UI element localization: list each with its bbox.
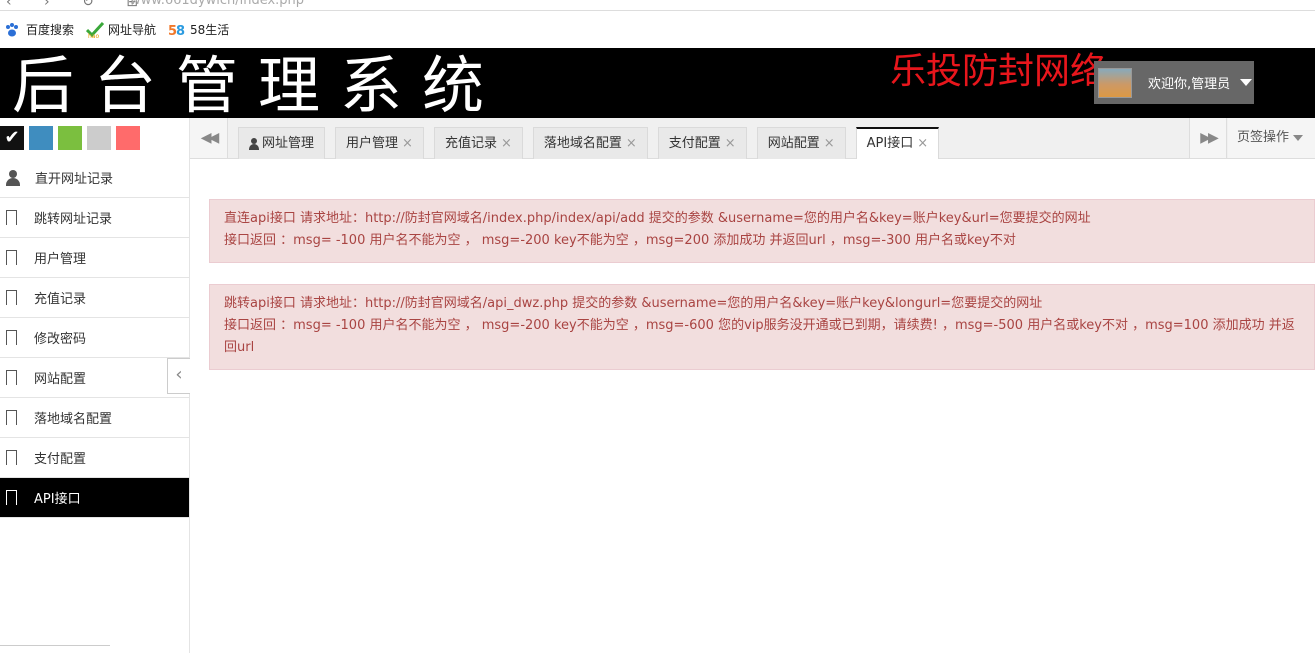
tab-label: 落地域名配置	[543, 135, 622, 151]
caret-down-icon	[1240, 79, 1253, 86]
app-header: 后台管理系统 乐投防封网络 欢迎你,管理员	[0, 48, 1315, 122]
theme-swatch-red[interactable]	[116, 126, 140, 150]
divider	[0, 645, 110, 646]
api-request-line: 直连api接口 请求地址：http://防封官网域名/index.php/ind…	[224, 211, 1091, 226]
tabs-scroll-left-button[interactable]: ◀◀	[190, 118, 228, 158]
chevron-left-icon: ‹	[175, 364, 183, 385]
sidebar-item-site-config[interactable]: 网站配置	[0, 358, 189, 398]
welcome-text: 欢迎你,管理员	[1148, 77, 1231, 92]
bookmark-icon	[6, 450, 17, 466]
bookmark-icon	[6, 370, 17, 386]
58-icon: 58	[168, 22, 185, 39]
api-response-line: 接口返回 ：msg= -100 用户名不能为空 ， msg=-200 key不能…	[224, 233, 1016, 248]
sidebar-item-label: API接口	[34, 492, 81, 507]
tab-bar: ◀◀ 网址管理 用户管理 × 充值记录 × 落地域名配置 × 支付配置 × 网站…	[190, 118, 1315, 159]
tab-label: 支付配置	[668, 135, 721, 151]
bookmark-icon	[6, 210, 17, 226]
tab-list: 网址管理 用户管理 × 充值记录 × 落地域名配置 × 支付配置 × 网站配置 …	[238, 127, 949, 159]
api-request-line: 跳转api接口 请求地址：http://防封官网域名/api_dwz.php 提…	[224, 296, 1043, 311]
close-icon[interactable]: ×	[725, 129, 736, 159]
bookmark-label: 网址导航	[108, 23, 157, 37]
hao-icon: hao	[85, 21, 105, 40]
bookmark-label: 58生活	[190, 23, 230, 37]
tab-landing-domain-config[interactable]: 落地域名配置 ×	[532, 127, 648, 159]
bookmark-icon	[6, 410, 17, 426]
tab-label: 网址管理	[262, 135, 315, 151]
main-content: 直连api接口 请求地址：http://防封官网域名/index.php/ind…	[209, 199, 1315, 391]
caret-down-icon	[1293, 134, 1304, 141]
theme-swatch-gray[interactable]	[87, 126, 111, 150]
bookmark-baidu[interactable]: 百度搜索	[4, 21, 74, 38]
bookmark-hao[interactable]: hao 网址导航	[85, 21, 157, 40]
browser-address-bar[interactable]: ‹ › ↻ ⊞ www.661dywich/index.php	[0, 0, 1315, 11]
theme-swatch-blue[interactable]	[29, 126, 53, 150]
tab-label: 用户管理	[346, 135, 399, 151]
baidu-paw-icon	[4, 22, 20, 38]
check-icon: ✔	[4, 127, 20, 148]
api-info-direct: 直连api接口 请求地址：http://防封官网域名/index.php/ind…	[209, 199, 1315, 263]
tab-api[interactable]: API接口 ×	[855, 127, 940, 159]
sidebar-item-recharge-records[interactable]: 充值记录	[0, 278, 189, 318]
tab-operations-label: 页签操作	[1237, 130, 1290, 145]
bookmarks-bar: 百度搜索 hao 网址导航 58 58生活	[0, 11, 1315, 48]
api-info-redirect: 跳转api接口 请求地址：http://防封官网域名/api_dwz.php 提…	[209, 284, 1315, 370]
theme-swatch-green[interactable]	[58, 126, 82, 150]
bookmark-icon	[6, 290, 17, 306]
sidebar-item-label: 网站配置	[34, 372, 87, 387]
bookmark-icon	[6, 330, 17, 346]
tab-user-management[interactable]: 用户管理 ×	[335, 127, 424, 159]
avatar	[1098, 67, 1132, 98]
sidebar-collapse-button[interactable]: ‹	[167, 358, 190, 394]
sidebar-item-label: 用户管理	[34, 252, 87, 267]
close-icon[interactable]: ×	[824, 129, 835, 159]
sidebar-item-change-password[interactable]: 修改密码	[0, 318, 189, 358]
sidebar-item-redirect-url-records[interactable]: 跳转网址记录	[0, 198, 189, 238]
tab-label: 充值记录	[444, 135, 497, 151]
tab-operations-dropdown[interactable]: 页签操作	[1228, 118, 1315, 158]
theme-swatches: ✔	[0, 118, 189, 158]
theme-swatch-black[interactable]: ✔	[0, 126, 24, 150]
close-icon[interactable]: ×	[402, 129, 413, 159]
tab-recharge-records[interactable]: 充值记录 ×	[433, 127, 523, 159]
tab-payment-config[interactable]: 支付配置 ×	[657, 127, 747, 159]
brand-name: 乐投防封网络	[890, 51, 1107, 92]
sidebar-item-user-management[interactable]: 用户管理	[0, 238, 189, 278]
close-icon[interactable]: ×	[501, 129, 512, 159]
svg-text:8: 8	[176, 24, 185, 38]
bookmark-label: 百度搜索	[26, 23, 75, 37]
sidebar-item-api[interactable]: API接口	[0, 478, 189, 518]
sidebar-item-label: 修改密码	[34, 332, 87, 347]
bookmark-58[interactable]: 58 58生活	[168, 21, 230, 39]
close-icon[interactable]: ×	[917, 129, 928, 159]
sidebar-item-label: 直开网址记录	[35, 172, 114, 187]
sidebar: ✔ 直开网址记录 跳转网址记录 用户管理 充值记录 修改密码 网站配置 落地域名…	[0, 118, 190, 653]
user-menu[interactable]: 欢迎你,管理员	[1094, 61, 1254, 104]
tab-site-config[interactable]: 网站配置 ×	[756, 127, 846, 159]
tab-label: API接口	[866, 136, 914, 151]
close-icon[interactable]: ×	[626, 129, 637, 159]
svg-text:hao: hao	[88, 33, 99, 38]
sidebar-item-direct-url-records[interactable]: 直开网址记录	[0, 158, 189, 198]
tab-url-management[interactable]: 网址管理	[238, 127, 326, 159]
bookmark-icon	[6, 250, 17, 266]
user-icon	[6, 169, 20, 186]
sidebar-item-landing-domain-config[interactable]: 落地域名配置	[0, 398, 189, 438]
double-left-icon: ◀◀	[200, 130, 219, 146]
api-response-line: 接口返回 ：msg= -100 用户名不能为空 ， msg=-200 key不能…	[224, 318, 1295, 355]
sidebar-item-label: 支付配置	[34, 452, 87, 467]
browser-url[interactable]: www.661dywich/index.php	[130, 0, 304, 8]
double-right-icon: ▶▶	[1200, 130, 1218, 146]
tabs-scroll-right-button[interactable]: ▶▶	[1189, 118, 1227, 158]
sidebar-item-label: 跳转网址记录	[34, 212, 113, 227]
sidebar-item-label: 充值记录	[34, 292, 87, 307]
sidebar-item-label: 落地域名配置	[34, 412, 113, 427]
bookmark-icon	[6, 490, 17, 506]
user-icon	[249, 137, 259, 150]
system-title: 后台管理系统	[12, 49, 505, 122]
sidebar-item-payment-config[interactable]: 支付配置	[0, 438, 189, 478]
tab-label: 网站配置	[767, 135, 820, 151]
